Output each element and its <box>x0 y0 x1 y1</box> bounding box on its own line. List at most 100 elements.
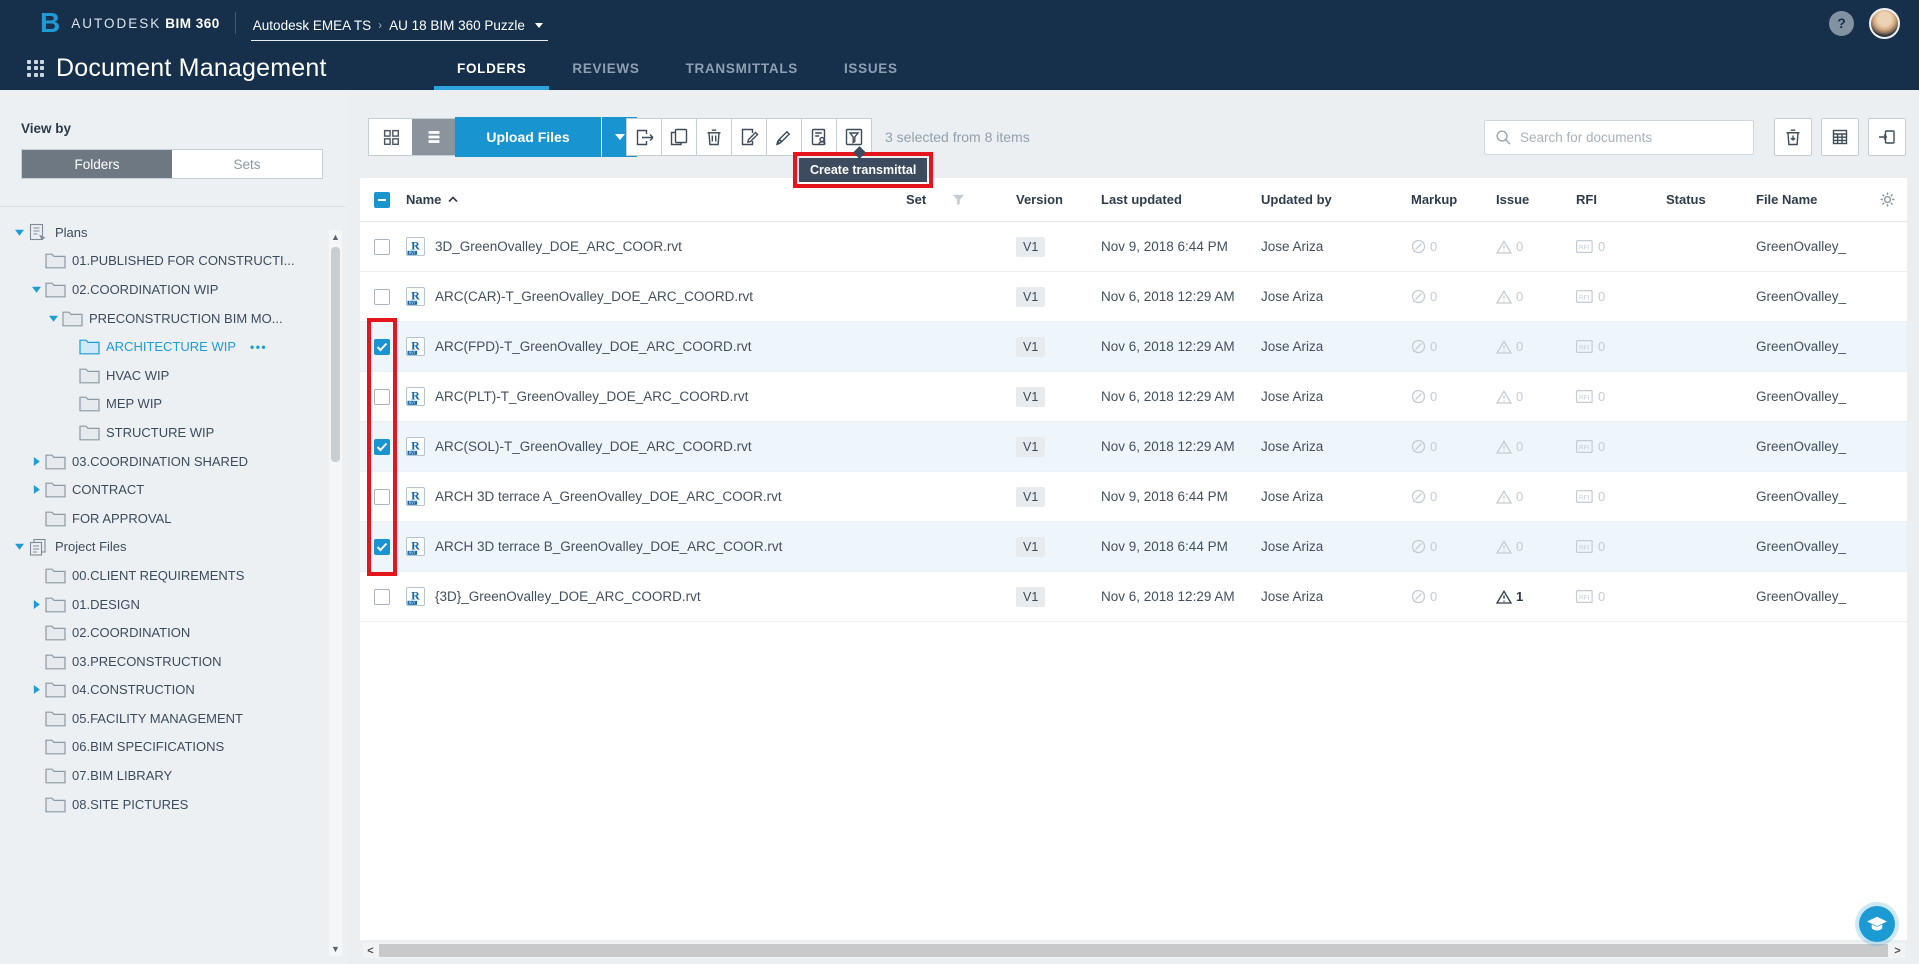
tree-item-mep-wip[interactable]: MEP WIP <box>0 390 345 419</box>
caret-expanded-icon[interactable] <box>10 543 28 550</box>
tree-item-label[interactable]: HVAC WIP <box>106 368 169 383</box>
tree-item-project-files[interactable]: Project Files <box>0 533 345 562</box>
table-row[interactable]: RRVTARC(FPD)-T_GreenOvalley_DOE_ARC_COOR… <box>360 322 1907 372</box>
scroll-up-icon[interactable]: ▲ <box>329 230 342 244</box>
tree-item-plans[interactable]: Plans <box>0 218 345 247</box>
search-input[interactable] <box>1520 130 1753 145</box>
tree-item-label[interactable]: 02.COORDINATION WIP <box>72 282 218 297</box>
tree-item-04-construction[interactable]: 04.CONSTRUCTION <box>0 676 345 705</box>
tree-item-label[interactable]: 01.DESIGN <box>72 597 140 612</box>
file-name-cell[interactable]: RRVTARC(FPD)-T_GreenOvalley_DOE_ARC_COOR… <box>406 337 906 356</box>
file-name-cell[interactable]: RRVTARC(PLT)-T_GreenOvalley_DOE_ARC_COOR… <box>406 387 906 406</box>
column-header-status[interactable]: Status <box>1666 192 1756 207</box>
caret-collapsed-icon[interactable] <box>27 685 45 694</box>
tree-item-for-approval[interactable]: FOR APPROVAL <box>0 504 345 533</box>
tree-item-label[interactable]: FOR APPROVAL <box>72 511 171 526</box>
column-header-set[interactable]: Set <box>906 192 1016 207</box>
table-row[interactable]: RRVTARC(PLT)-T_GreenOvalley_DOE_ARC_COOR… <box>360 372 1907 422</box>
file-name-cell[interactable]: RRVT{3D}_GreenOvalley_DOE_ARC_COORD.rvt <box>406 587 906 606</box>
row-checkbox[interactable] <box>374 289 390 305</box>
tree-item-label[interactable]: PRECONSTRUCTION BIM MO... <box>89 311 283 326</box>
caret-collapsed-icon[interactable] <box>27 600 45 609</box>
column-header-rfi[interactable]: RFI <box>1576 192 1666 207</box>
help-button[interactable]: ? <box>1829 11 1854 36</box>
file-name-cell[interactable]: RRVT3D_GreenOvalley_DOE_ARC_COOR.rvt <box>406 237 906 256</box>
table-row[interactable]: RRVTARC(CAR)-T_GreenOvalley_DOE_ARC_COOR… <box>360 272 1907 322</box>
app-switcher-icon[interactable] <box>27 60 44 77</box>
tree-item-02-coordination[interactable]: 02.COORDINATION <box>0 618 345 647</box>
document-name[interactable]: ARCH 3D terrace B_GreenOvalley_DOE_ARC_C… <box>435 539 782 554</box>
tree-item-01-design[interactable]: 01.DESIGN <box>0 590 345 619</box>
document-name[interactable]: ARC(SOL)-T_GreenOvalley_DOE_ARC_COORD.rv… <box>435 439 752 454</box>
tree-item-label[interactable]: Plans <box>55 225 88 240</box>
sidebar-scrollbar[interactable]: ▲ ▼ <box>329 230 342 956</box>
tree-item-architecture-wip[interactable]: ARCHITECTURE WIP••• <box>0 332 345 361</box>
delete-button[interactable] <box>696 118 732 156</box>
scroll-down-icon[interactable]: ▼ <box>329 942 342 956</box>
file-name-cell[interactable]: RRVTARC(SOL)-T_GreenOvalley_DOE_ARC_COOR… <box>406 437 906 456</box>
tab-issues[interactable]: ISSUES <box>821 46 921 90</box>
caret-expanded-icon[interactable] <box>10 229 28 236</box>
tree-item-03-coordination-shared[interactable]: 03.COORDINATION SHARED <box>0 447 345 476</box>
move-button[interactable] <box>626 118 662 156</box>
copy-button[interactable] <box>661 118 697 156</box>
tree-item-hvac-wip[interactable]: HVAC WIP <box>0 361 345 390</box>
table-row[interactable]: RRVTARC(SOL)-T_GreenOvalley_DOE_ARC_COOR… <box>360 422 1907 472</box>
breadcrumb-account[interactable]: Autodesk EMEA TS <box>253 18 371 33</box>
avatar[interactable] <box>1869 8 1900 39</box>
toggle-folders[interactable]: Folders <box>22 150 172 178</box>
tree-item-label[interactable]: 07.BIM LIBRARY <box>72 768 172 783</box>
tree-item-05-facility-management[interactable]: 05.FACILITY MANAGEMENT <box>0 704 345 733</box>
table-row[interactable]: RRVT{3D}_GreenOvalley_DOE_ARC_COORD.rvtV… <box>360 572 1907 622</box>
row-checkbox[interactable] <box>374 539 390 555</box>
column-header-version[interactable]: Version <box>1016 192 1101 207</box>
tree-item-03-preconstruction[interactable]: 03.PRECONSTRUCTION <box>0 647 345 676</box>
document-name[interactable]: ARCH 3D terrace A_GreenOvalley_DOE_ARC_C… <box>435 489 782 504</box>
document-name[interactable]: ARC(CAR)-T_GreenOvalley_DOE_ARC_COORD.rv… <box>435 289 753 304</box>
tree-item-label[interactable]: MEP WIP <box>106 396 162 411</box>
column-header-updated-by[interactable]: Updated by <box>1261 192 1411 207</box>
tree-item-06-bim-specifications[interactable]: 06.BIM SPECIFICATIONS <box>0 733 345 762</box>
scroll-left-icon[interactable]: < <box>363 943 378 958</box>
tree-item-label[interactable]: 03.COORDINATION SHARED <box>72 454 248 469</box>
row-checkbox[interactable] <box>374 239 390 255</box>
tree-item-label[interactable]: CONTRACT <box>72 482 144 497</box>
learning-assistant-button[interactable] <box>1859 906 1895 942</box>
list-view-button[interactable] <box>412 119 455 155</box>
export-button[interactable] <box>1868 118 1906 156</box>
column-header-file-name[interactable]: File Name <box>1756 192 1866 207</box>
caret-collapsed-icon[interactable] <box>27 485 45 494</box>
chevron-down-icon[interactable] <box>535 23 543 28</box>
caret-expanded-icon[interactable] <box>44 315 62 322</box>
reports-button[interactable] <box>1821 118 1859 156</box>
row-checkbox[interactable] <box>374 389 390 405</box>
column-header-markup[interactable]: Markup <box>1411 192 1496 207</box>
row-checkbox[interactable] <box>374 489 390 505</box>
tree-item-label[interactable]: 08.SITE PICTURES <box>72 797 188 812</box>
upload-files-button[interactable]: Upload Files <box>455 117 601 157</box>
breadcrumb-project[interactable]: AU 18 BIM 360 Puzzle <box>389 18 525 33</box>
tree-item-08-site-pictures[interactable]: 08.SITE PICTURES <box>0 790 345 819</box>
table-row[interactable]: RRVT3D_GreenOvalley_DOE_ARC_COOR.rvtV1No… <box>360 222 1907 272</box>
tab-reviews[interactable]: REVIEWS <box>549 46 662 90</box>
review-button[interactable] <box>801 118 837 156</box>
document-name[interactable]: {3D}_GreenOvalley_DOE_ARC_COORD.rvt <box>435 589 701 604</box>
horizontal-scrollbar[interactable]: < > <box>363 943 1905 958</box>
row-checkbox[interactable] <box>374 339 390 355</box>
tree-item-label[interactable]: 00.CLIENT REQUIREMENTS <box>72 568 244 583</box>
deleted-items-button[interactable] <box>1774 118 1812 156</box>
pen-markup-button[interactable] <box>766 118 802 156</box>
row-checkbox[interactable] <box>374 589 390 605</box>
tab-transmittals[interactable]: TRANSMITTALS <box>663 46 821 90</box>
column-header-last-updated[interactable]: Last updated <box>1101 192 1261 207</box>
document-name[interactable]: ARC(FPD)-T_GreenOvalley_DOE_ARC_COORD.rv… <box>435 339 752 354</box>
tree-item-01-published-for-constructi[interactable]: 01.PUBLISHED FOR CONSTRUCTI... <box>0 247 345 276</box>
tree-item-label[interactable]: 05.FACILITY MANAGEMENT <box>72 711 243 726</box>
tab-folders[interactable]: FOLDERS <box>434 46 549 90</box>
tree-item-07-bim-library[interactable]: 07.BIM LIBRARY <box>0 761 345 790</box>
table-row[interactable]: RRVTARCH 3D terrace B_GreenOvalley_DOE_A… <box>360 522 1907 572</box>
more-options-icon[interactable]: ••• <box>250 340 267 354</box>
document-name[interactable]: 3D_GreenOvalley_DOE_ARC_COOR.rvt <box>435 239 682 254</box>
tree-item-label[interactable]: 01.PUBLISHED FOR CONSTRUCTI... <box>72 253 294 268</box>
tree-item-label[interactable]: 02.COORDINATION <box>72 625 190 640</box>
